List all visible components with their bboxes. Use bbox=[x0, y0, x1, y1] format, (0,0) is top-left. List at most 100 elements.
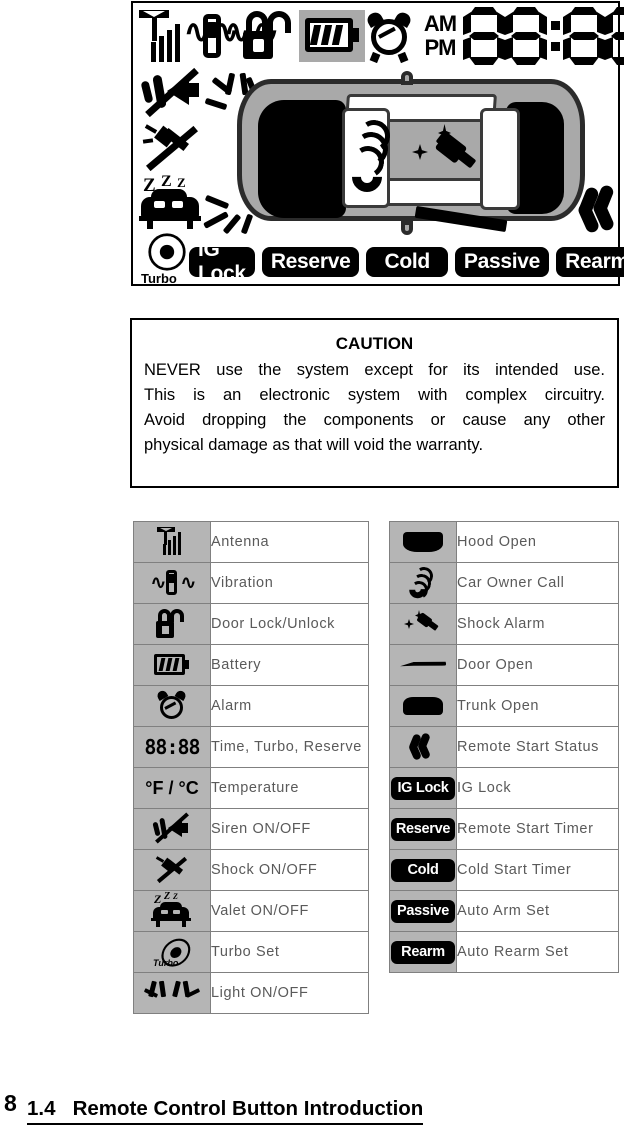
table-row: Cold Cold Start Timer bbox=[389, 849, 619, 891]
lcd-badge-reserve: Reserve bbox=[261, 247, 360, 277]
table-row: Alarm bbox=[133, 685, 369, 727]
lcd-status-badge-row: IG Lock Reserve Cold Passive Rearm bbox=[189, 238, 624, 285]
caution-line-3: Avoid dropping the components or cause a… bbox=[144, 411, 605, 429]
caution-box: CAUTION NEVER use the system except for … bbox=[130, 318, 619, 488]
legend-label: IG Lock bbox=[456, 767, 619, 809]
legend-label: Valet ON/OFF bbox=[210, 890, 369, 932]
badge-text: Passive bbox=[391, 899, 455, 923]
car-trunk-open-indicator bbox=[401, 221, 413, 235]
legend-label: Time, Turbo, Reserve bbox=[210, 726, 369, 768]
lcd-display-panel: ∿∿ ∿∿ AM PM bbox=[131, 1, 624, 286]
lcd-badge-passive: Passive bbox=[454, 247, 550, 277]
legend-label: Hood Open bbox=[456, 521, 619, 563]
legend-label: Auto Arm Set bbox=[456, 890, 619, 932]
table-row: Reserve Remote Start Timer bbox=[389, 808, 619, 850]
table-row: Trunk Open bbox=[389, 685, 619, 727]
valet-onoff-icon: Z Z Z bbox=[139, 173, 205, 233]
clock-digit-3 bbox=[563, 7, 605, 65]
temperature-glyph: °F / °C bbox=[145, 777, 199, 798]
lcd-badge-cold: Cold bbox=[366, 247, 448, 277]
legend-label: Shock ON/OFF bbox=[210, 849, 369, 891]
antenna-icon bbox=[133, 521, 211, 563]
section-heading: 1.4 Remote Control Button Introduction bbox=[27, 1097, 424, 1125]
battery-icon bbox=[133, 644, 211, 686]
time-glyph: 88:88 bbox=[144, 735, 200, 759]
shock-alarm-icon bbox=[410, 124, 480, 188]
door-lock-unlock-icon bbox=[241, 9, 299, 63]
legend-label: Auto Rearm Set bbox=[456, 931, 619, 973]
car-hood-open-indicator bbox=[401, 71, 413, 85]
table-row: Battery bbox=[133, 644, 369, 686]
alarm-icon bbox=[133, 685, 211, 727]
pm-label: PM bbox=[424, 35, 457, 60]
table-row: Door Lock/Unlock bbox=[133, 603, 369, 645]
badge-text: Reserve bbox=[390, 817, 456, 841]
legend-label: Door Open bbox=[456, 644, 619, 686]
car-body-outline bbox=[237, 79, 585, 221]
table-row: Shock Alarm bbox=[389, 603, 619, 645]
clock-digit-1 bbox=[463, 7, 505, 65]
table-row: ZZZ Valet ON/OFF bbox=[133, 890, 369, 932]
time-display-icon: 88:88 bbox=[133, 726, 211, 768]
badge-text: IG Lock bbox=[391, 776, 455, 800]
shock-onoff-icon bbox=[133, 849, 211, 891]
car-owner-call-icon bbox=[389, 562, 457, 604]
car-rear-door-panel bbox=[480, 108, 520, 210]
legend-label: Remote Start Timer bbox=[456, 808, 619, 850]
caution-line-1: NEVER use the system except for its inte… bbox=[144, 361, 605, 379]
ig-lock-badge: IG Lock bbox=[389, 767, 457, 809]
table-row: ∿ ∿ Vibration bbox=[133, 562, 369, 604]
legend-label: Antenna bbox=[210, 521, 369, 563]
trunk-open-icon bbox=[389, 685, 457, 727]
lcd-badge-rearm: Rearm bbox=[556, 247, 624, 277]
caution-line-4: physical damage as that will void the wa… bbox=[144, 436, 484, 454]
table-row: Light ON/OFF bbox=[133, 972, 369, 1014]
table-row: °F / °C Temperature bbox=[133, 767, 369, 809]
legend-label: Car Owner Call bbox=[456, 562, 619, 604]
turbo-swirl-glyph: ⦿ bbox=[147, 231, 187, 277]
antenna-icon bbox=[137, 8, 183, 64]
table-row: Car Owner Call bbox=[389, 562, 619, 604]
clock-seven-segment-display bbox=[463, 5, 624, 67]
car-owner-call-icon bbox=[345, 116, 394, 199]
table-row: Passive Auto Arm Set bbox=[389, 890, 619, 932]
passive-badge: Passive bbox=[389, 890, 457, 932]
valet-onoff-icon: ZZZ bbox=[133, 890, 211, 932]
turbo-set-icon: ⦿ Turbo bbox=[133, 931, 211, 973]
legend-label: Siren ON/OFF bbox=[210, 808, 369, 850]
battery-icon bbox=[299, 10, 365, 62]
door-open-icon bbox=[389, 644, 457, 686]
legend-label: Alarm bbox=[210, 685, 369, 727]
legend-label: Temperature bbox=[210, 767, 369, 809]
turbo-label: Turbo bbox=[153, 958, 179, 968]
legend-label: Shock Alarm bbox=[456, 603, 619, 645]
legend-label: Remote Start Status bbox=[456, 726, 619, 768]
alarm-icon bbox=[365, 9, 417, 64]
hood-open-icon bbox=[389, 521, 457, 563]
badge-text: Rearm bbox=[391, 940, 455, 964]
vibration-icon: ∿ ∿ bbox=[133, 562, 211, 604]
clock-digit-4 bbox=[605, 7, 624, 65]
legend-label: Battery bbox=[210, 644, 369, 686]
table-row: Remote Start Status bbox=[389, 726, 619, 768]
caution-title: CAUTION bbox=[335, 334, 414, 353]
siren-onoff-icon bbox=[133, 808, 211, 850]
am-pm-indicator: AM PM bbox=[417, 8, 463, 64]
page-number: 8 bbox=[4, 1090, 17, 1116]
shock-alarm-icon bbox=[389, 603, 457, 645]
legend-label: Light ON/OFF bbox=[210, 972, 369, 1014]
reserve-badge: Reserve bbox=[389, 808, 457, 850]
table-row: Siren ON/OFF bbox=[133, 808, 369, 850]
legend-table-left: Antenna ∿ ∿ Vibration Door Lock/Unlock Ba… bbox=[133, 521, 369, 1014]
car-windshield bbox=[258, 100, 346, 218]
table-row: Hood Open bbox=[389, 521, 619, 563]
lcd-badge-ig-lock: IG Lock bbox=[189, 238, 255, 285]
siren-onoff-icon bbox=[140, 67, 203, 118]
legend-label: Vibration bbox=[210, 562, 369, 604]
clock-colon bbox=[547, 7, 563, 65]
cold-badge: Cold bbox=[389, 849, 457, 891]
clock-digit-2 bbox=[505, 7, 547, 65]
light-onoff-icon bbox=[133, 972, 211, 1014]
table-row: 88:88 Time, Turbo, Reserve bbox=[133, 726, 369, 768]
turbo-label: Turbo bbox=[141, 271, 177, 286]
